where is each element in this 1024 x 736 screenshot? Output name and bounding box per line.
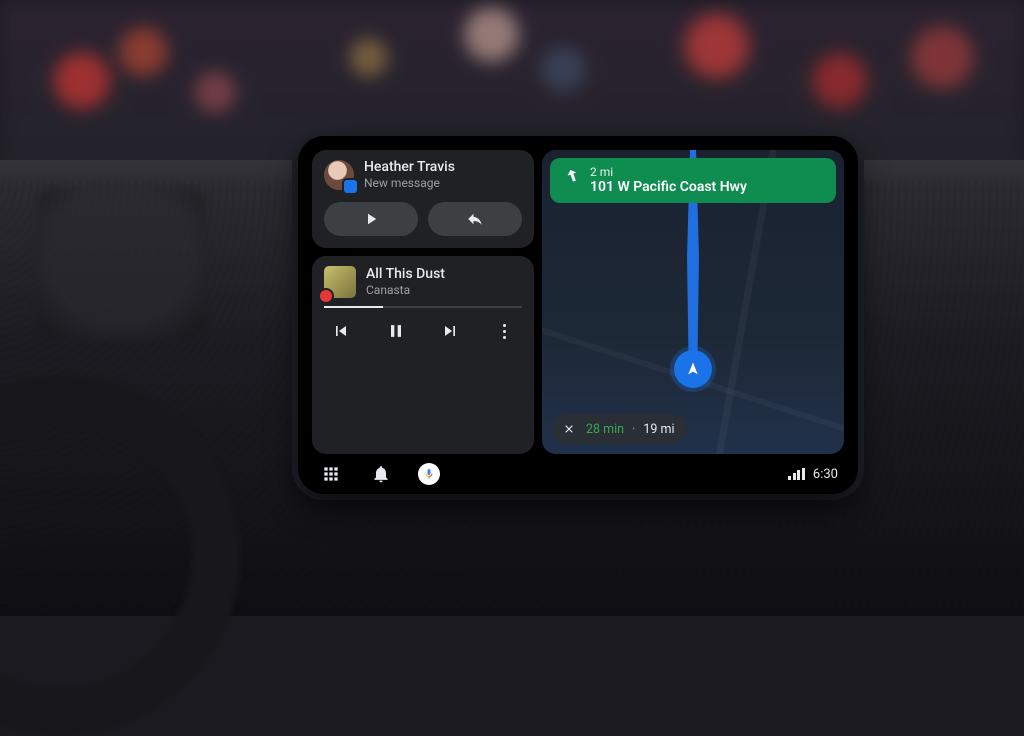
play-message-button[interactable] (324, 202, 418, 236)
status-clock: 6:30 (813, 467, 838, 482)
current-location-puck (674, 350, 712, 388)
skip-previous-icon (331, 321, 351, 341)
message-sender: Heather Travis (364, 160, 455, 175)
direction-banner[interactable]: 2 mi 101 W Pacific Coast Hwy (550, 158, 836, 203)
reply-icon (466, 210, 484, 228)
app-launcher-button[interactable] (318, 461, 344, 487)
mic-icon (423, 468, 435, 480)
eta-separator: · (632, 422, 635, 437)
message-card[interactable]: Heather Travis New message (312, 150, 534, 248)
next-track-button[interactable] (437, 318, 463, 344)
close-icon (563, 423, 575, 435)
navigation-map[interactable]: 2 mi 101 W Pacific Coast Hwy 28 min · 19… (542, 150, 844, 454)
apps-grid-icon (321, 464, 341, 484)
previous-track-button[interactable] (328, 318, 354, 344)
notifications-button[interactable] (368, 461, 394, 487)
pause-icon (386, 321, 406, 341)
play-icon (362, 210, 380, 228)
pause-button[interactable] (383, 318, 409, 344)
voice-assistant-button[interactable] (418, 463, 440, 485)
eta-distance: 19 mi (643, 422, 674, 437)
reply-button[interactable] (428, 202, 522, 236)
infotainment-screen: Heather Travis New message (298, 136, 858, 494)
more-options-button[interactable] (492, 318, 518, 344)
eta-duration: 28 min (586, 422, 624, 437)
cell-signal-icon (788, 468, 805, 480)
more-vert-icon (503, 324, 506, 339)
bell-icon (371, 464, 391, 484)
close-navigation-button[interactable] (560, 420, 578, 438)
track-title: All This Dust (366, 267, 445, 282)
contact-avatar (324, 160, 354, 190)
track-artist: Canasta (366, 283, 445, 297)
message-subtitle: New message (364, 176, 455, 190)
system-nav-bar: 6:30 (312, 454, 844, 494)
instrument-cluster (36, 188, 206, 338)
now-playing-card[interactable]: All This Dust Canasta (312, 256, 534, 454)
eta-chip[interactable]: 28 min · 19 mi (552, 414, 686, 444)
maneuver-road: 101 W Pacific Coast Hwy (590, 179, 747, 195)
maneuver-distance: 2 mi (590, 165, 747, 179)
navigation-arrow-icon (685, 361, 701, 377)
turn-arrow-icon (562, 167, 580, 185)
skip-next-icon (440, 321, 460, 341)
side-panel: Heather Travis New message (312, 150, 534, 454)
album-art (324, 266, 356, 298)
